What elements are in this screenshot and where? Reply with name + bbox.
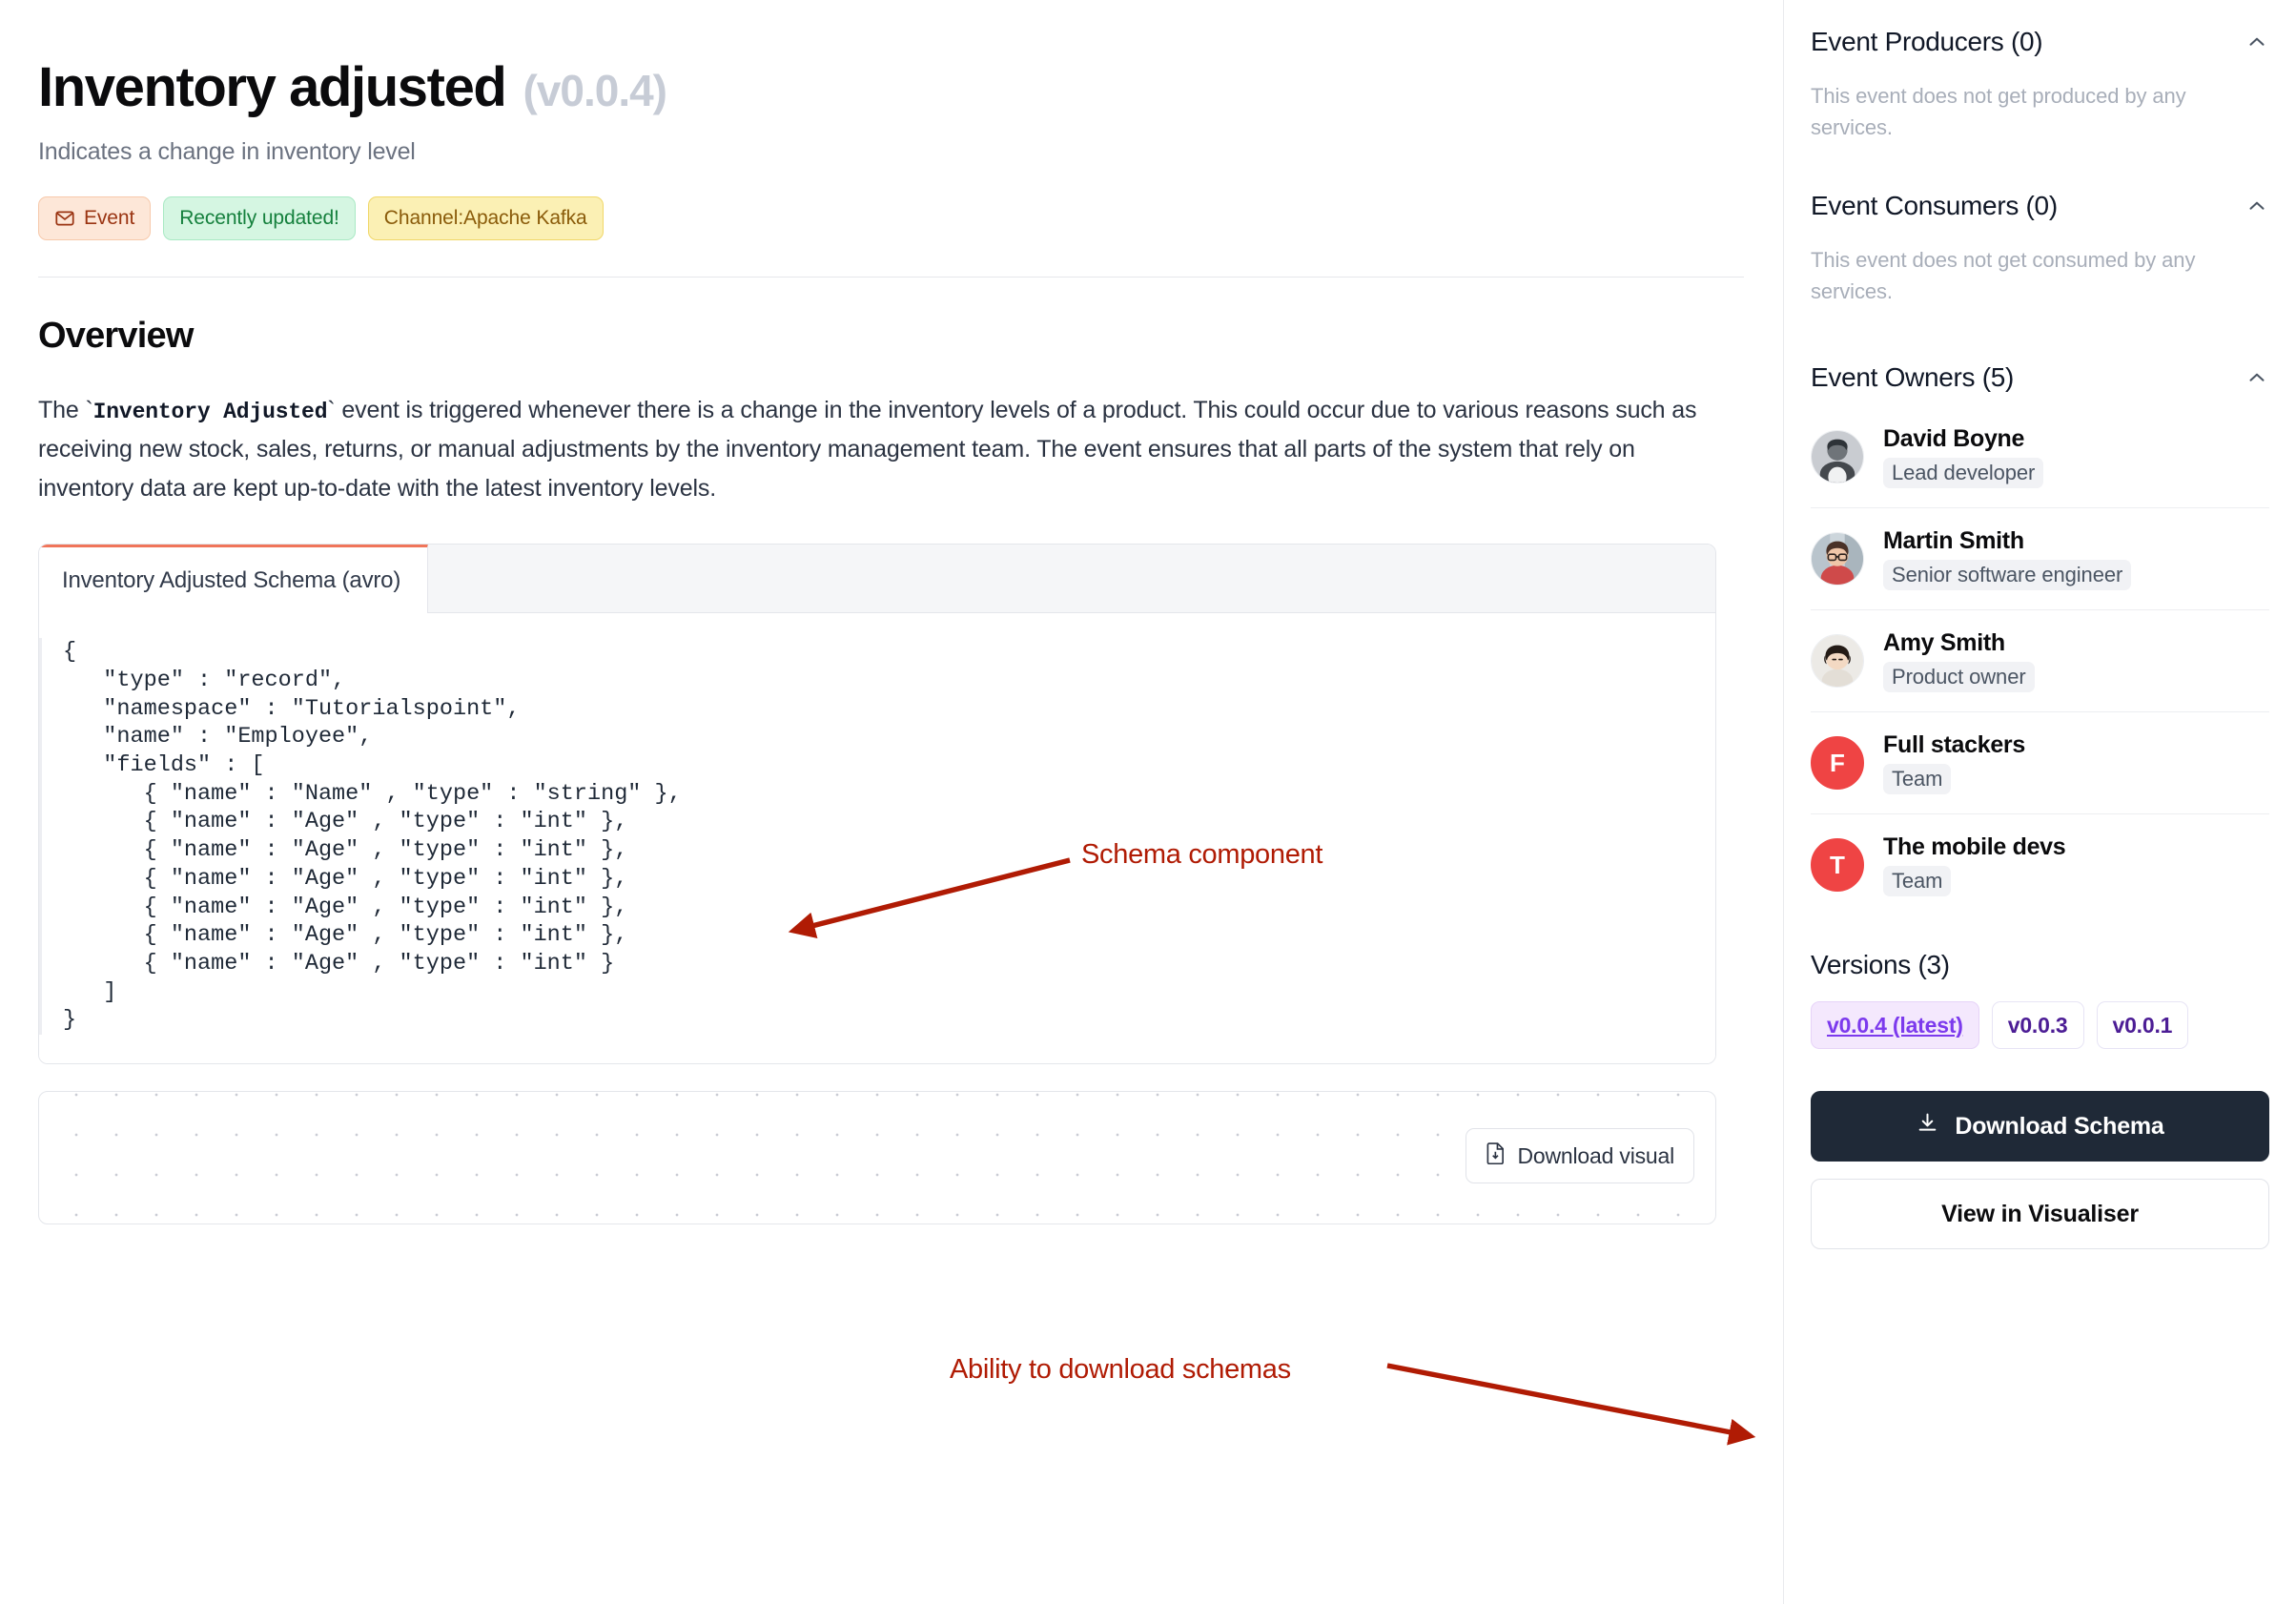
badge-recently-updated[interactable]: Recently updated!: [163, 195, 356, 240]
download-visual-label: Download visual: [1517, 1142, 1675, 1168]
owner-list: David Boyne Lead developer Martin Smith …: [1811, 406, 2269, 915]
badge-event[interactable]: Event: [38, 195, 152, 240]
schema-tab-label: Inventory Adjusted Schema (avro): [62, 566, 401, 593]
version-pill-list: v0.0.4 (latest) v0.0.3 v0.0.1: [1811, 1001, 2269, 1049]
download-schema-button[interactable]: Download Schema: [1811, 1091, 2269, 1162]
schema-tab-avro[interactable]: Inventory Adjusted Schema (avro): [39, 545, 429, 614]
badge-channel-label: Channel:Apache Kafka: [383, 206, 587, 229]
avatar-initial: T: [1830, 850, 1845, 879]
consumers-empty-text: This event does not get consumed by any …: [1811, 248, 2196, 303]
owner-name: David Boyne: [1883, 425, 2025, 452]
sidebar-section-versions: Versions (3) v0.0.4 (latest) v0.0.3 v0.0…: [1811, 950, 2269, 1049]
overview-heading: Overview: [38, 315, 194, 356]
owner-role: Team: [1883, 764, 1952, 794]
badge-event-label: Event: [84, 206, 135, 229]
sidebar-section-consumers: Event Consumers (0) This event does not …: [1811, 185, 2269, 307]
badge-recently-updated-label: Recently updated!: [179, 206, 339, 229]
avatar-photo-martin: [1812, 533, 1863, 585]
list-item[interactable]: David Boyne Lead developer: [1811, 406, 2269, 508]
main-content: Inventory adjusted (v0.0.4) Indicates a …: [0, 0, 1783, 1604]
envelope-icon: [54, 208, 75, 229]
page-root: Inventory adjusted (v0.0.4) Indicates a …: [0, 0, 2296, 1604]
producers-header[interactable]: Event Producers (0): [1811, 21, 2269, 57]
owner-meta: The mobile devs Team: [1883, 833, 2066, 896]
view-in-visualiser-button[interactable]: View in Visualiser: [1811, 1179, 2269, 1249]
overview-text-before: The: [38, 396, 86, 423]
owner-meta: Martin Smith Senior software engineer: [1883, 527, 2132, 590]
sidebar: Event Producers (0) This event does not …: [1783, 0, 2296, 1604]
badge-row: Event Recently updated! Channel:Apache K…: [38, 195, 1745, 240]
owner-role: Product owner: [1883, 662, 2035, 692]
schema-card: Inventory Adjusted Schema (avro) { "type…: [38, 544, 1716, 1065]
owner-meta: David Boyne Lead developer: [1883, 425, 2044, 488]
avatar: [1811, 634, 1864, 688]
schema-body: { "type" : "record", "namespace" : "Tuto…: [39, 613, 1715, 1064]
download-visual-button[interactable]: Download visual: [1465, 1128, 1694, 1184]
page-title-row: Inventory adjusted (v0.0.4): [38, 0, 1745, 117]
sidebar-section-owners: Event Owners (5) David Boyne Lead develo…: [1811, 357, 2269, 915]
owner-name: The mobile devs: [1883, 833, 2066, 860]
schema-code-block: { "type" : "record", "namespace" : "Tuto…: [39, 638, 1715, 1036]
download-icon: [1916, 1111, 1939, 1141]
owner-name: Amy Smith: [1883, 629, 2005, 656]
sidebar-actions: Download Schema View in Visualiser: [1811, 1091, 2269, 1249]
list-item[interactable]: Martin Smith Senior software engineer: [1811, 508, 2269, 610]
view-in-visualiser-label: View in Visualiser: [1941, 1200, 2139, 1227]
page-subtitle: Indicates a change in inventory level: [38, 137, 416, 165]
sidebar-section-producers: Event Producers (0) This event does not …: [1811, 21, 2269, 143]
visual-panel: Download visual: [38, 1091, 1716, 1225]
owners-header[interactable]: Event Owners (5): [1811, 357, 2269, 393]
owner-name: Martin Smith: [1883, 527, 2024, 554]
consumers-header[interactable]: Event Consumers (0): [1811, 185, 2269, 221]
chevron-up-icon[interactable]: [2245, 30, 2269, 54]
schema-tab-bar: Inventory Adjusted Schema (avro): [39, 545, 1715, 614]
page-version: (v0.0.4): [523, 66, 667, 115]
owner-name: Full stackers: [1883, 731, 2025, 758]
overview-backtick-close: `: [327, 396, 336, 423]
badge-channel[interactable]: Channel:Apache Kafka: [367, 195, 604, 240]
list-item[interactable]: T The mobile devs Team: [1811, 814, 2269, 915]
avatar-photo-amy: [1812, 635, 1863, 687]
owner-role: Lead developer: [1883, 458, 2044, 488]
avatar-photo-david: [1812, 431, 1863, 483]
avatar: F: [1811, 736, 1864, 790]
owner-role: Team: [1883, 866, 1952, 896]
versions-title: Versions (3): [1811, 950, 1950, 979]
version-pill[interactable]: v0.0.3: [1991, 1001, 2084, 1049]
document-download-icon: [1486, 1141, 1507, 1170]
overview-inline-code: Inventory Adjusted: [92, 399, 328, 424]
producers-empty-text: This event does not get produced by any …: [1811, 84, 2186, 139]
consumers-title: Event Consumers (0): [1811, 191, 2058, 220]
version-pill[interactable]: v0.0.1: [2096, 1001, 2189, 1049]
list-item[interactable]: F Full stackers Team: [1811, 712, 2269, 814]
owner-meta: Amy Smith Product owner: [1883, 629, 2035, 692]
chevron-up-icon[interactable]: [2245, 365, 2269, 390]
owner-meta: Full stackers Team: [1883, 731, 2025, 794]
avatar: [1811, 532, 1864, 586]
owner-role: Senior software engineer: [1883, 560, 2132, 590]
avatar: [1811, 430, 1864, 483]
dot-grid-background: [39, 1092, 1715, 1224]
avatar-initial: F: [1830, 748, 1845, 777]
overview-paragraph: The `Inventory Adjusted` event is trigge…: [38, 391, 1716, 507]
owners-title: Event Owners (5): [1811, 362, 2015, 392]
avatar: T: [1811, 838, 1864, 892]
list-item[interactable]: Amy Smith Product owner: [1811, 610, 2269, 712]
page-title: Inventory adjusted: [38, 56, 507, 118]
chevron-up-icon[interactable]: [2245, 194, 2269, 218]
header-divider: [38, 276, 1744, 278]
download-schema-label: Download Schema: [1955, 1112, 2164, 1140]
version-pill-latest[interactable]: v0.0.4 (latest): [1811, 1001, 1979, 1049]
overview-backtick-open: `: [85, 396, 93, 423]
producers-title: Event Producers (0): [1811, 27, 2043, 56]
